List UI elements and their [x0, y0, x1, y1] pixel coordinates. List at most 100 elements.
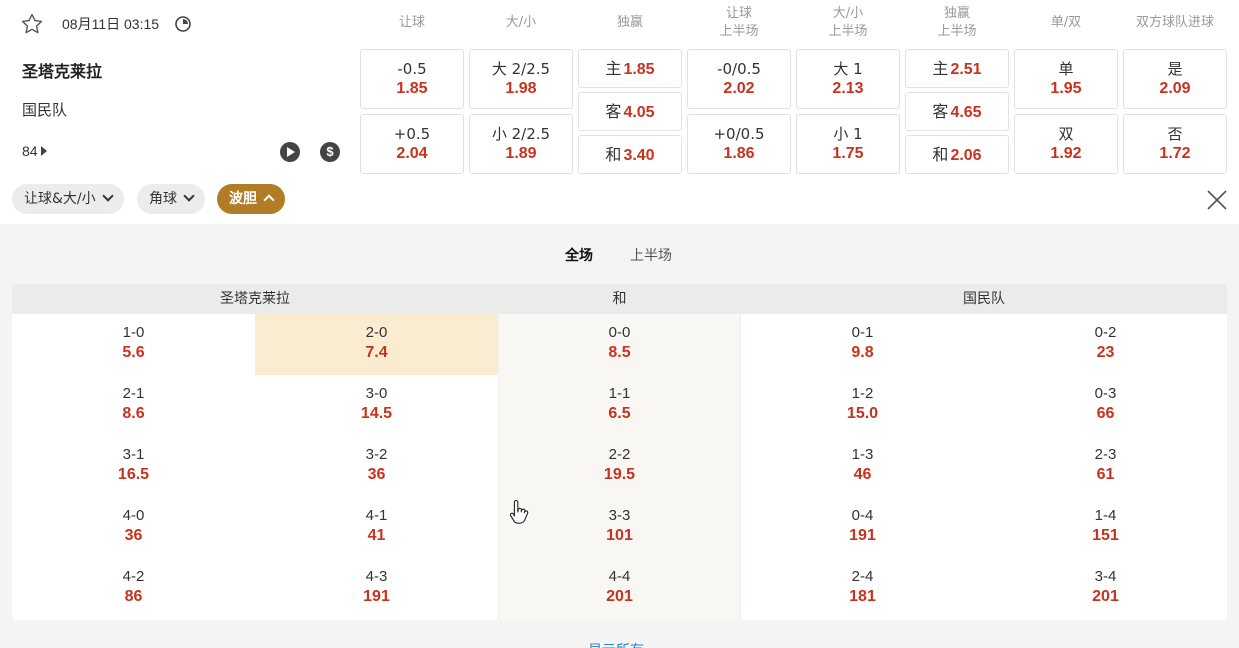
score-cell-0-4[interactable]: 0-4 191 — [741, 497, 984, 558]
score-cell-3-2[interactable]: 3-2 36 — [255, 436, 498, 497]
score-cell-2-1[interactable]: 2-1 8.6 — [12, 375, 255, 436]
odds-over[interactable]: 大 2/2.5 1.98 — [469, 49, 573, 109]
score-cell-0-3[interactable]: 0-3 66 — [984, 375, 1227, 436]
show-all-link[interactable]: 显示所有 — [588, 640, 644, 648]
col-head-odd-even: 单/双 — [1050, 15, 1082, 30]
odds-value: 1.98 — [505, 80, 537, 97]
odds-value: 1.85 — [396, 80, 428, 97]
odds-label: -0.5 — [397, 60, 427, 78]
odds-over-1h[interactable]: 大 1 2.13 — [796, 49, 900, 109]
score-cell-2-0[interactable]: 2-0 7.4 — [255, 314, 498, 375]
odds-under[interactable]: 小 2/2.5 1.89 — [469, 114, 573, 174]
score-odds: 6.5 — [608, 405, 631, 422]
correct-score-header: 圣塔克莱拉 和 国民队 — [12, 284, 1227, 314]
score-cell-4-1[interactable]: 4-1 41 — [255, 497, 498, 558]
odds-odd[interactable]: 单 1.95 — [1014, 49, 1118, 109]
close-icon[interactable] — [1205, 188, 1229, 212]
score-cell-4-4[interactable]: 4-4 201 — [498, 558, 741, 619]
score-odds: 41 — [367, 527, 386, 544]
col-head-handicap-1h: 让球 上半场 — [719, 6, 759, 39]
tab-first-half[interactable]: 上半场 — [630, 245, 672, 265]
odds-value: 1.75 — [832, 145, 864, 162]
score-cell-1-2[interactable]: 1-2 15.0 — [741, 375, 984, 436]
score-odds: 8.6 — [122, 405, 145, 422]
chip-correct-score[interactable]: 波胆 — [217, 184, 285, 214]
score-cell-2-2[interactable]: 2-2 19.5 — [498, 436, 741, 497]
score-label: 4-2 — [122, 568, 145, 585]
col-head-moneyline-1h: 独赢 上半场 — [937, 6, 977, 39]
odds-btts-no[interactable]: 否 1.72 — [1123, 114, 1227, 174]
score-odds: 9.8 — [851, 344, 874, 361]
odds-label: 和 — [932, 145, 949, 164]
score-cell-2-4[interactable]: 2-4 181 — [741, 558, 984, 619]
score-cell-3-1[interactable]: 3-1 16.5 — [12, 436, 255, 497]
dollar-icon[interactable]: $ — [320, 142, 340, 162]
score-cell-3-4[interactable]: 3-4 201 — [984, 558, 1227, 619]
odds-label: 和 — [605, 145, 622, 164]
score-label: 0-0 — [608, 324, 631, 341]
odds-moneyline-1h-draw[interactable]: 和 2.06 — [905, 135, 1009, 174]
score-odds: 46 — [853, 466, 872, 483]
star-icon[interactable] — [20, 12, 44, 36]
match-minute-value: 84 — [22, 143, 38, 159]
odds-moneyline-away[interactable]: 客 4.05 — [578, 92, 682, 131]
odds-handicap-1h-home[interactable]: -0/0.5 2.02 — [687, 49, 791, 109]
score-cell-1-4[interactable]: 1-4 151 — [984, 497, 1227, 558]
score-cell-1-0[interactable]: 1-0 5.6 — [12, 314, 255, 375]
match-minute: 84 — [22, 143, 47, 159]
header-draw: 和 — [612, 291, 627, 307]
score-cell-3-3[interactable]: 3-3 101 — [498, 497, 741, 558]
odds-handicap-1h-away[interactable]: +0/0.5 1.86 — [687, 114, 791, 174]
col-head-over-under: 大/小 — [505, 15, 537, 30]
odds-label: 主 — [932, 59, 949, 78]
col-head-moneyline: 独赢 — [616, 15, 643, 30]
hand-cursor-icon — [509, 499, 529, 524]
odds-label: 单 — [1058, 60, 1074, 78]
odds-moneyline-home[interactable]: 主 1.85 — [578, 49, 682, 88]
odds-label: -0/0.5 — [717, 60, 761, 78]
play-icon[interactable] — [280, 142, 300, 162]
chip-handicap-ou[interactable]: 让球&大/小 — [12, 184, 124, 214]
odds-moneyline-draw[interactable]: 和 3.40 — [578, 135, 682, 174]
score-label: 0-2 — [1094, 324, 1117, 341]
score-label: 1-4 — [1094, 507, 1117, 524]
chip-corners[interactable]: 角球 — [137, 184, 205, 214]
score-cell-4-3[interactable]: 4-3 191 — [255, 558, 498, 619]
score-odds: 181 — [849, 588, 876, 605]
odds-value: 2.51 — [950, 61, 982, 78]
away-team-name: 国民队 — [22, 101, 68, 119]
score-cell-2-3[interactable]: 2-3 61 — [984, 436, 1227, 497]
score-cell-1-1[interactable]: 1-1 6.5 — [498, 375, 741, 436]
odds-value: 1.85 — [623, 61, 655, 78]
score-label: 3-2 — [365, 446, 388, 463]
score-cell-3-0[interactable]: 3-0 14.5 — [255, 375, 498, 436]
odds-btts-yes[interactable]: 是 2.09 — [1123, 49, 1227, 109]
score-cell-1-3[interactable]: 1-3 46 — [741, 436, 984, 497]
tab-full-time[interactable]: 全场 — [565, 245, 593, 265]
odds-even[interactable]: 双 1.92 — [1014, 114, 1118, 174]
score-cell-4-2[interactable]: 4-2 86 — [12, 558, 255, 619]
odds-under-1h[interactable]: 小 1 1.75 — [796, 114, 900, 174]
col-head-over-under-1h: 大/小 上半场 — [828, 6, 868, 39]
odds-handicap-away[interactable]: +0.5 2.04 — [360, 114, 464, 174]
score-label: 4-3 — [365, 568, 388, 585]
odds-handicap-home[interactable]: -0.5 1.85 — [360, 49, 464, 109]
odds-label: 小 2/2.5 — [491, 125, 551, 143]
score-odds: 191 — [849, 527, 876, 544]
score-odds: 5.6 — [122, 344, 145, 361]
score-odds: 8.5 — [608, 344, 631, 361]
score-label: 4-4 — [608, 568, 631, 585]
score-label: 2-4 — [851, 568, 874, 585]
odds-value: 3.40 — [623, 147, 655, 164]
odds-label: 双 — [1058, 125, 1074, 143]
score-odds: 7.4 — [365, 344, 388, 361]
odds-value: 2.02 — [723, 80, 755, 97]
score-cell-4-0[interactable]: 4-0 36 — [12, 497, 255, 558]
score-cell-0-1[interactable]: 0-1 9.8 — [741, 314, 984, 375]
odds-moneyline-1h-away[interactable]: 客 4.65 — [905, 92, 1009, 131]
score-odds: 16.5 — [117, 466, 150, 483]
odds-moneyline-1h-home[interactable]: 主 2.51 — [905, 49, 1009, 88]
score-cell-0-0[interactable]: 0-0 8.5 — [498, 314, 741, 375]
odds-label: 客 — [605, 102, 622, 121]
score-cell-0-2[interactable]: 0-2 23 — [984, 314, 1227, 375]
